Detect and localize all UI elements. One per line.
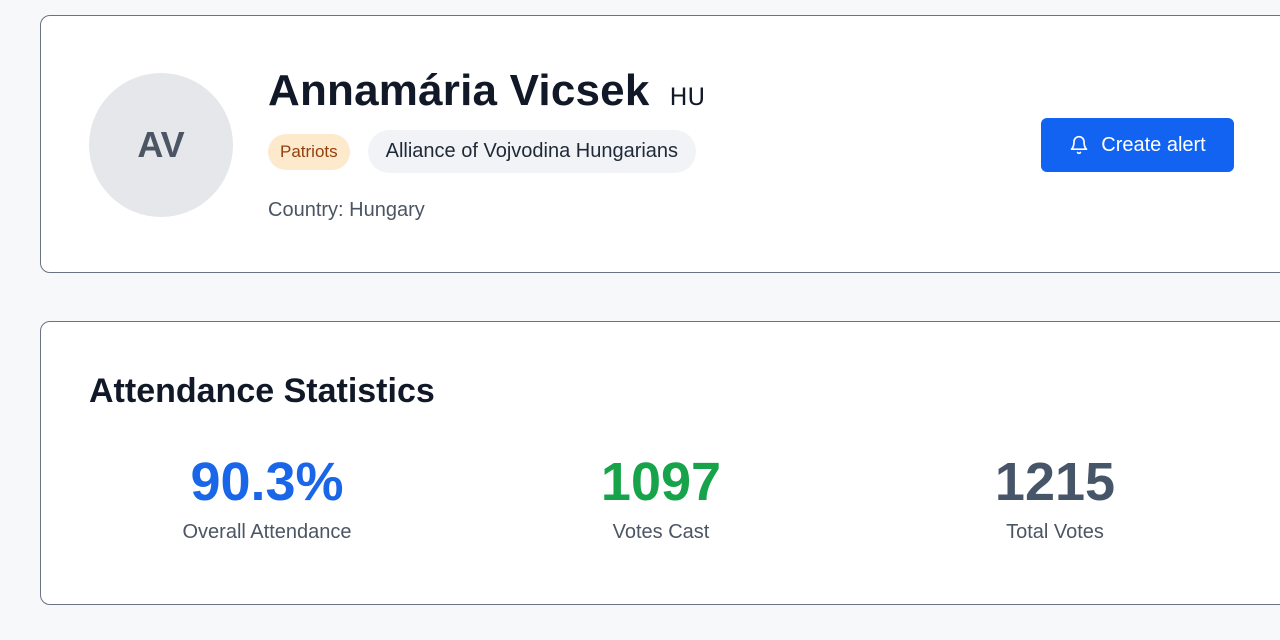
stat-value: 1215 — [994, 452, 1116, 512]
attendance-statistics-card: Attendance Statistics 90.3% Overall Atte… — [40, 321, 1280, 605]
stat-overall-attendance: 90.3% Overall Attendance — [117, 450, 417, 544]
badges: Patriots Alliance of Vojvodina Hungarian… — [268, 130, 697, 173]
profile-card: AV Annamária Vicsek HU Patriots Alliance… — [40, 15, 1280, 273]
stat-votes-cast: 1097 Votes Cast — [511, 450, 811, 544]
create-alert-label: Create alert — [1101, 133, 1206, 156]
name-row: Annamária Vicsek HU — [268, 66, 705, 116]
section-title: Attendance Statistics — [89, 372, 435, 410]
political-group-badge: Patriots — [268, 133, 350, 170]
stat-label: Overall Attendance — [182, 520, 352, 543]
stat-label: Votes Cast — [612, 520, 710, 543]
stat-label: Total Votes — [1006, 520, 1104, 543]
national-party-badge: Alliance of Vojvodina Hungarians — [367, 130, 697, 173]
stat-total-votes: 1215 Total Votes — [905, 450, 1205, 544]
country-line: Country: Hungary — [268, 199, 425, 221]
create-alert-button[interactable]: Create alert — [1041, 118, 1234, 172]
bell-icon — [1069, 134, 1089, 156]
country-code: HU — [669, 83, 706, 111]
stat-value: 90.3% — [190, 452, 344, 512]
member-name: Annamária Vicsek — [268, 66, 650, 115]
avatar: AV — [89, 73, 233, 217]
stat-value: 1097 — [600, 452, 722, 512]
